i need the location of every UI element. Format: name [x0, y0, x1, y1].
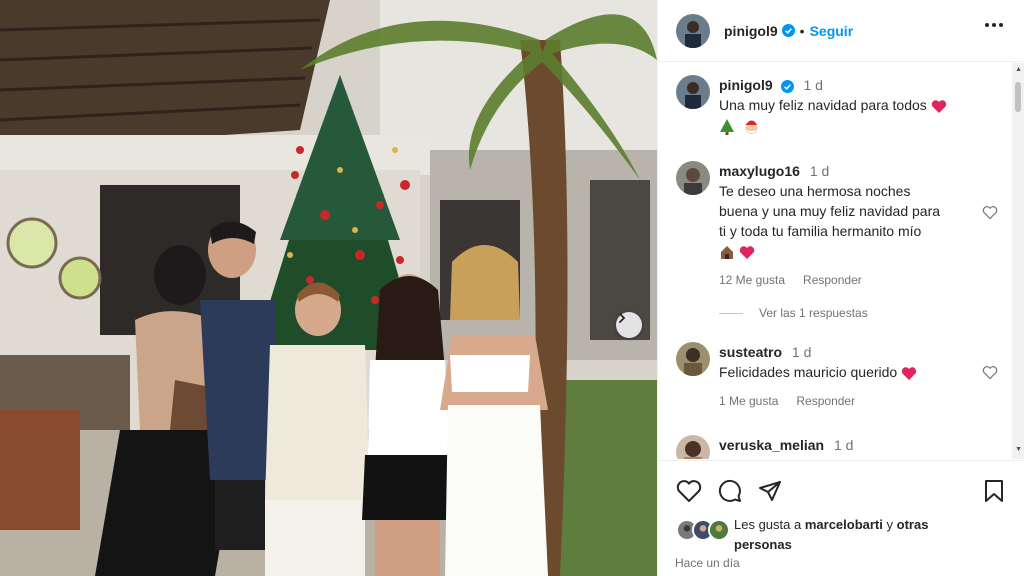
commenter-avatar[interactable] [676, 161, 710, 195]
likes-summary[interactable]: Les gusta a marcelobarti y otras persona… [676, 515, 996, 555]
next-photo-button[interactable] [616, 312, 642, 338]
others-link[interactable]: otras [897, 517, 929, 532]
caption: pinigol9 1 d Una muy feliz navidad para … [676, 75, 996, 135]
post-side-panel: pinigol9 • Seguir pinigol9 1 d Una muy f… [657, 0, 1024, 576]
comment-likes[interactable]: 12 Me gusta [719, 273, 785, 287]
verified-badge-icon [780, 79, 794, 93]
author-avatar[interactable] [676, 13, 710, 48]
scrollbar-thumb[interactable] [1015, 82, 1021, 112]
house-icon [721, 246, 733, 260]
post-time-ago[interactable]: Hace un día [675, 556, 740, 570]
author-username[interactable]: pinigol9 [724, 23, 778, 39]
scroll-up-arrow-icon[interactable]: ▲ [1015, 66, 1022, 73]
caption-text: Una muy feliz navidad para todos [719, 97, 927, 113]
view-replies-button[interactable]: Ver las 1 respuestas [719, 306, 868, 320]
liker-avatar [708, 519, 730, 541]
red-heart-icon [901, 367, 917, 380]
red-heart-icon [739, 246, 755, 259]
commenter-avatar[interactable] [676, 342, 710, 376]
share-send-icon[interactable] [758, 479, 782, 503]
action-bar [676, 479, 782, 503]
santa-icon [745, 120, 759, 134]
comment-text-line: ti y toda tu familia hermanito mío [719, 223, 922, 239]
caption-time[interactable]: 1 d [803, 77, 822, 93]
commenter-username[interactable]: maxylugo16 [719, 163, 800, 179]
like-heart-icon[interactable] [676, 479, 702, 503]
liker-username[interactable]: marcelobarti [805, 517, 883, 532]
reply-button[interactable]: Responder [796, 394, 855, 408]
red-heart-icon [931, 100, 946, 113]
comment-item: susteatro 1 d Felicidades mauricio queri… [676, 342, 998, 408]
scroll-down-arrow-icon[interactable]: ▼ [1015, 446, 1022, 453]
liker-avatars [676, 519, 730, 541]
others-link-cont[interactable]: personas [734, 537, 792, 552]
family-christmas-photo [0, 0, 657, 576]
separator-dot: • [799, 22, 805, 39]
follow-button[interactable]: Seguir [810, 23, 854, 39]
comment-text-line: Te deseo una hermosa noches [719, 183, 911, 199]
comment-text-line: buena y una muy feliz navidad para [719, 203, 941, 219]
more-options-icon[interactable] [984, 22, 1004, 28]
christmas-tree-icon [720, 118, 734, 135]
comment-item: maxylugo16 1 d Te deseo una hermosa noch… [676, 161, 998, 287]
comments-scrollbar[interactable] [1012, 63, 1024, 459]
comment-text: Felicidades mauricio querido [719, 364, 898, 380]
commenter-username[interactable]: susteatro [719, 344, 782, 360]
chevron-right-icon [619, 313, 626, 323]
post-header: pinigol9 • Seguir [658, 0, 1024, 62]
comment-time[interactable]: 1 d [834, 437, 853, 453]
comment-bubble-icon[interactable] [718, 479, 742, 503]
likes-suffix-y: y [886, 517, 894, 532]
comment-meta: 12 Me gusta Responder [719, 273, 996, 287]
replies-divider [719, 312, 743, 314]
caption-username[interactable]: pinigol9 [719, 77, 773, 93]
likes-prefix: Les gusta a [734, 517, 802, 532]
comment-time[interactable]: 1 d [792, 344, 811, 360]
commenter-avatar[interactable] [676, 435, 710, 459]
comment-meta: 1 Me gusta Responder [719, 394, 996, 408]
comments-list[interactable]: pinigol9 1 d Una muy feliz navidad para … [658, 63, 1024, 459]
commenter-username[interactable]: veruska_melian [719, 437, 824, 453]
comment-likes[interactable]: 1 Me gusta [719, 394, 778, 408]
comment-item: veruska_melian 1 d [676, 435, 996, 459]
comment-time[interactable]: 1 d [810, 163, 829, 179]
reply-button[interactable]: Responder [803, 273, 862, 287]
like-comment-heart-icon[interactable] [982, 205, 998, 220]
caption-avatar[interactable] [676, 75, 710, 109]
save-bookmark-icon[interactable] [983, 479, 1005, 503]
view-replies-label: Ver las 1 respuestas [759, 306, 868, 320]
like-comment-heart-icon[interactable] [982, 365, 998, 380]
verified-badge-icon [781, 24, 795, 37]
post-photo [0, 0, 657, 576]
